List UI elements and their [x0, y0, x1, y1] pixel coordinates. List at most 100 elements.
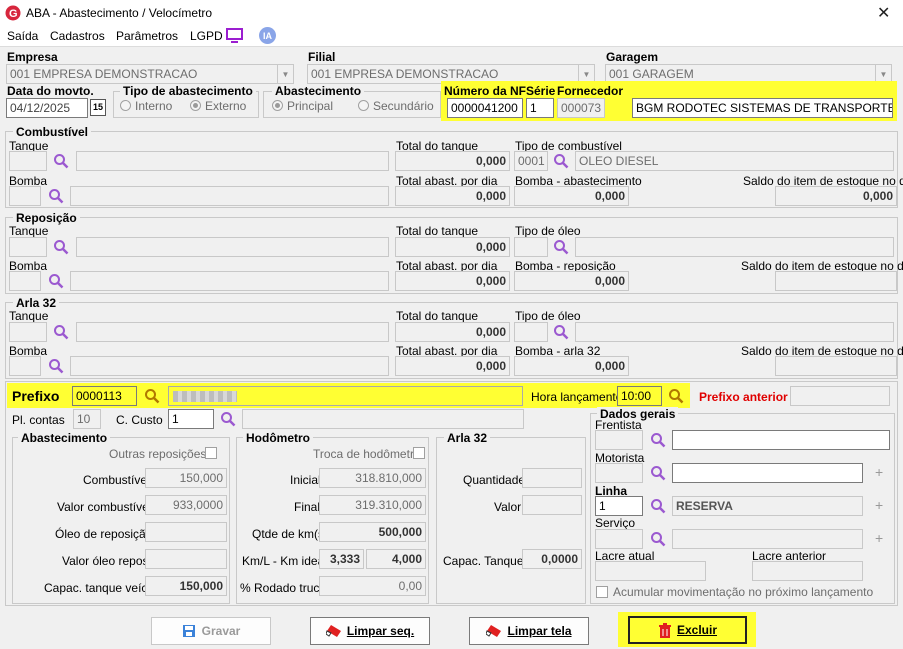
rodado-truck-value: 0,00 [319, 576, 426, 596]
servico-code[interactable] [595, 529, 643, 549]
abastecimento-title: Abastecimento [18, 431, 111, 445]
arla-saldo [775, 356, 897, 376]
capac-tanque-value: 150,000 [145, 576, 227, 596]
capac-tanque-label: Capac. tanque veíc. [44, 581, 151, 595]
comb-total-dia: 0,000 [395, 186, 510, 206]
search-icon[interactable] [553, 239, 569, 255]
motorista-code[interactable] [595, 463, 643, 483]
motorista-name[interactable] [672, 463, 863, 483]
monitor-icon[interactable] [226, 28, 244, 44]
search-icon[interactable] [48, 358, 64, 374]
acumular-checkbox[interactable] [596, 586, 608, 598]
limpar-seq-button[interactable]: Limpar seq. [310, 617, 430, 645]
search-icon[interactable] [53, 239, 69, 255]
search-icon[interactable] [144, 388, 160, 404]
tipo-oleo-label: Tipo de óleo [515, 224, 581, 238]
custo-input[interactable]: 1 [168, 409, 214, 429]
search-icon[interactable] [650, 498, 666, 514]
arla32-group [436, 437, 586, 604]
troca-hodometro-checkbox[interactable] [413, 447, 425, 459]
lacre-atual-input[interactable] [595, 561, 706, 581]
pl-contas-label: Pl. contas [12, 413, 65, 427]
arla-tanque-name [76, 322, 389, 342]
tipo-abastecimento-title: Tipo de abastecimento [120, 84, 256, 98]
nf-input[interactable]: 0000041200 [447, 98, 523, 118]
km-ideal-value: 4,000 [366, 549, 426, 569]
limpar-tela-button[interactable]: Limpar tela [469, 617, 589, 645]
search-icon[interactable] [53, 153, 69, 169]
frentista-name[interactable] [672, 430, 890, 450]
trash-icon [658, 622, 671, 638]
qtde-km-value: 500,000 [319, 522, 426, 542]
total-tanque-label: Total do tanque [396, 309, 479, 323]
linha-code[interactable]: 1 [595, 496, 643, 516]
inicial-value: 318.810,000 [319, 468, 426, 488]
outras-reposicoes-checkbox[interactable] [205, 447, 217, 459]
fornecedor-name[interactable]: BGM RODOTEC SISTEMAS DE TRANSPORTE [632, 98, 893, 118]
custo-name [242, 409, 524, 429]
frentista-code[interactable] [595, 430, 643, 450]
repos-tanque-code[interactable] [9, 237, 47, 257]
abastecimento-type-title: Abastecimento [272, 84, 365, 98]
radio-interno[interactable]: Interno [120, 99, 172, 113]
search-icon[interactable] [220, 411, 236, 427]
prefixo-input[interactable]: 0000113 [72, 386, 137, 406]
plus-icon[interactable]: + [875, 530, 883, 546]
arla-tanque-code[interactable] [9, 322, 47, 342]
search-icon[interactable] [650, 531, 666, 547]
prefixo-description [168, 386, 523, 406]
serie-input[interactable]: 1 [526, 98, 554, 118]
close-button[interactable]: ✕ [877, 3, 890, 23]
prefixo-anterior-input [790, 386, 890, 406]
servico-label: Serviço [595, 516, 636, 530]
search-icon[interactable] [48, 273, 64, 289]
ia-badge-icon[interactable]: IA [259, 27, 276, 44]
repos-total-tanque: 0,000 [395, 237, 510, 257]
calendar-icon[interactable]: 15 [90, 99, 106, 116]
menu-cadastros[interactable]: Cadastros [50, 29, 105, 43]
search-icon[interactable] [650, 432, 666, 448]
menu-lgpd[interactable]: LGPD [190, 29, 223, 43]
search-icon[interactable] [553, 324, 569, 340]
arla-total-dia: 0,000 [395, 356, 510, 376]
fornecedor-label: Fornecedor [557, 84, 624, 98]
comb-bomba-name [70, 186, 389, 206]
combustivel-value: 150,000 [145, 468, 227, 488]
menu-parametros[interactable]: Parâmetros [116, 29, 178, 43]
search-icon[interactable] [650, 465, 666, 481]
comb-tanque-code[interactable] [9, 151, 47, 171]
repos-bomba-code[interactable] [9, 271, 41, 291]
gravar-button[interactable]: Gravar [151, 617, 271, 645]
plus-icon[interactable]: + [875, 464, 883, 480]
filial-label: Filial [308, 50, 336, 64]
oleo-reposicao-label: Óleo de reposição [55, 527, 153, 541]
final-value: 319.310,000 [319, 495, 426, 515]
data-input[interactable]: 04/12/2025 [6, 98, 88, 118]
empresa-select[interactable]: 001 EMPRESA DEMONSTRACAO ▼ [6, 64, 294, 84]
radio-externo[interactable]: Externo [190, 99, 246, 113]
chevron-down-icon: ▼ [277, 65, 293, 83]
radio-principal[interactable]: Principal [272, 99, 333, 113]
arla-bomba-code[interactable] [9, 356, 41, 376]
search-icon[interactable] [48, 188, 64, 204]
hora-input[interactable]: 10:00 [617, 386, 662, 406]
plus-icon[interactable]: + [875, 497, 883, 513]
prefixo-label: Prefixo [12, 388, 60, 404]
hora-label: Hora lançamento [531, 390, 623, 404]
repos-tipo-code[interactable] [514, 237, 548, 257]
combustivel-title: Combustível [13, 125, 92, 139]
search-icon[interactable] [668, 388, 684, 404]
excluir-button[interactable]: Excluir [628, 616, 747, 644]
tipo-combustivel-code[interactable]: 0001 [514, 151, 548, 171]
total-tanque-label: Total do tanque [396, 224, 479, 238]
radio-selected-icon [272, 100, 283, 111]
search-icon[interactable] [53, 324, 69, 340]
repos-bomba-val: 0,000 [514, 271, 629, 291]
radio-secundario[interactable]: Secundário [358, 99, 434, 113]
kml-label: Km/L - Km ideal [242, 554, 327, 568]
menu-saida[interactable]: Saída [7, 29, 38, 43]
tipo-oleo-label: Tipo de óleo [515, 309, 581, 323]
search-icon[interactable] [553, 153, 569, 169]
comb-bomba-code[interactable] [9, 186, 41, 206]
arla-tipo-code[interactable] [514, 322, 548, 342]
